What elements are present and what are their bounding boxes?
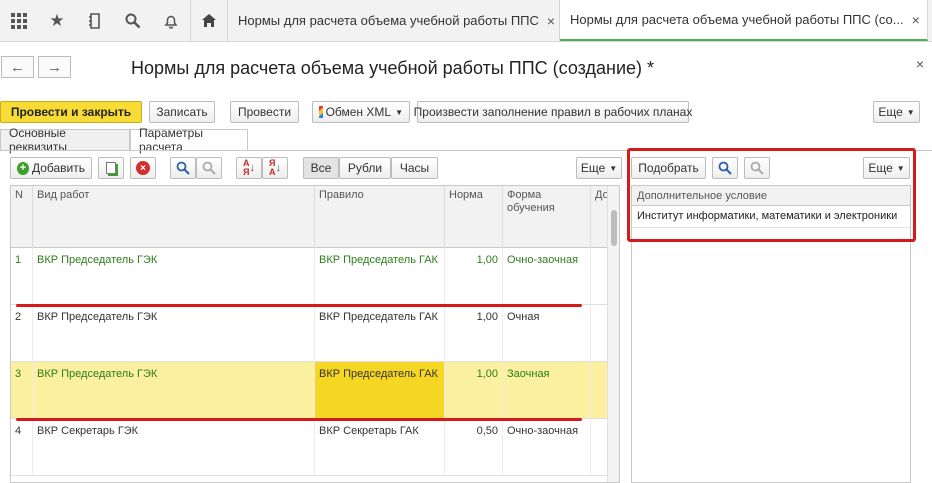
search-icon xyxy=(176,161,190,175)
norm-cell[interactable]: 1,00 xyxy=(445,305,503,361)
cancel-find-button[interactable] xyxy=(196,157,222,179)
annotation-underline xyxy=(16,418,582,421)
column-header-work[interactable]: Вид работ xyxy=(33,186,315,248)
search-cancel-icon xyxy=(202,161,216,175)
rule-cell[interactable]: ВКР Председатель ГАК xyxy=(315,248,445,304)
work-cell[interactable]: ВКР Председатель ГЭК xyxy=(33,362,315,418)
column-header-norm[interactable]: Норма xyxy=(445,186,503,248)
tab-norms-list[interactable]: Нормы для расчета объема учебной работы … xyxy=(228,0,560,41)
annotation-box xyxy=(627,148,916,242)
column-header-n[interactable]: N xyxy=(11,186,33,248)
rule-cell[interactable]: ВКР Секретарь ГАК xyxy=(315,419,445,475)
table-row[interactable]: 1 ВКР Председатель ГЭК ВКР Председатель … xyxy=(11,248,609,305)
apps-grid-icon[interactable] xyxy=(0,0,38,41)
filter-rubles-button[interactable]: Рубли xyxy=(339,157,391,179)
copy-icon xyxy=(106,162,116,174)
work-cell[interactable]: ВКР Секретарь ГЭК xyxy=(33,419,315,475)
search-icon[interactable] xyxy=(114,0,152,41)
fill-rules-button[interactable]: Произвести заполнение правил в рабочих п… xyxy=(414,101,692,123)
tab-norms-create[interactable]: Нормы для расчета объема учебной работы … xyxy=(560,0,928,41)
form-cell[interactable]: Очно-заочная xyxy=(503,248,591,304)
xml-icon xyxy=(319,106,323,118)
sort-desc-button[interactable]: Я A ↓ xyxy=(262,157,288,179)
form-cell[interactable]: Очная xyxy=(503,305,591,361)
rule-cell[interactable]: ВКР Председатель ГАК xyxy=(315,305,445,361)
row-number: 1 xyxy=(11,248,33,304)
delete-button[interactable]: × xyxy=(130,157,156,179)
work-cell[interactable]: ВКР Председатель ГЭК xyxy=(33,305,315,361)
column-header-form[interactable]: Форма обучения xyxy=(503,186,591,248)
xml-exchange-label: Обмен XML xyxy=(325,105,392,119)
find-button[interactable] xyxy=(170,157,196,179)
tab-label: Нормы для расчета объема учебной работы … xyxy=(570,12,904,27)
tab-calc-params[interactable]: Параметры расчета xyxy=(130,126,248,154)
tab-label: Нормы для расчета объема учебной работы … xyxy=(238,13,539,28)
delete-icon: × xyxy=(136,161,150,175)
more-button[interactable]: Еще ▼ xyxy=(873,101,920,123)
add-label: Добавить xyxy=(31,161,85,175)
star-icon[interactable]: ★ xyxy=(38,0,76,41)
rule-cell-active[interactable]: ВКР Председатель ГАК xyxy=(315,362,445,418)
row-number: 3 xyxy=(11,362,33,418)
plus-icon: + xyxy=(17,161,29,175)
scrollbar-thumb[interactable] xyxy=(611,210,617,246)
table-row[interactable]: 2 ВКР Председатель ГЭК ВКР Председатель … xyxy=(11,305,609,362)
norm-cell[interactable]: 1,00 xyxy=(445,248,503,304)
form-cell[interactable]: Очно-заочная xyxy=(503,419,591,475)
back-button[interactable]: ← xyxy=(1,56,34,78)
forward-button[interactable]: → xyxy=(38,56,71,78)
close-icon[interactable]: × xyxy=(916,56,924,72)
add-button[interactable]: + Добавить xyxy=(10,157,92,179)
system-top-bar: ★ Нормы для расчета объема учебной работ… xyxy=(0,0,932,42)
row-number: 2 xyxy=(11,305,33,361)
sort-asc-button[interactable]: A Я ↓ xyxy=(236,157,262,179)
post-and-close-button[interactable]: Провести и закрыть xyxy=(0,101,142,123)
close-icon[interactable]: × xyxy=(912,12,920,28)
vertical-scrollbar[interactable] xyxy=(607,186,619,482)
filter-all-button[interactable]: Все xyxy=(303,157,339,179)
norm-cell[interactable]: 0,50 xyxy=(445,419,503,475)
history-icon[interactable] xyxy=(76,0,114,41)
more-label: Еще xyxy=(580,161,606,175)
bell-icon[interactable] xyxy=(152,0,190,41)
table-row-selected[interactable]: 3 ВКР Председатель ГЭК ВКР Председатель … xyxy=(11,362,609,419)
xml-exchange-button[interactable]: Обмен XML ▼ xyxy=(312,101,410,123)
form-cell[interactable]: Заочная xyxy=(503,362,591,418)
row-number: 4 xyxy=(11,419,33,475)
page-title: Нормы для расчета объема учебной работы … xyxy=(131,58,655,78)
table-row[interactable]: 4 ВКР Секретарь ГЭК ВКР Секретарь ГАК 0,… xyxy=(11,419,609,476)
chevron-down-icon: ▼ xyxy=(609,163,618,173)
filter-hours-button[interactable]: Часы xyxy=(391,157,438,179)
grid-more-button[interactable]: Еще ▼ xyxy=(576,157,622,179)
chevron-down-icon: ▼ xyxy=(395,107,403,117)
post-button[interactable]: Провести xyxy=(230,101,299,123)
more-label: Еще xyxy=(878,105,903,119)
column-header-rule[interactable]: Правило xyxy=(315,186,445,248)
table-header: N Вид работ Правило Норма Форма обучения… xyxy=(11,186,619,248)
chevron-down-icon: ▼ xyxy=(906,107,915,117)
rules-table: N Вид работ Правило Норма Форма обучения… xyxy=(10,185,620,483)
annotation-underline xyxy=(16,304,582,307)
save-button[interactable]: Записать xyxy=(149,101,215,123)
home-icon[interactable] xyxy=(190,0,228,41)
norm-cell[interactable]: 1,00 xyxy=(445,362,503,418)
close-icon[interactable]: × xyxy=(547,13,555,29)
copy-button[interactable] xyxy=(98,157,124,179)
window-header: ← → Нормы для расчета объема учебной раб… xyxy=(0,52,932,88)
tab-main-attributes[interactable]: Основные реквизиты xyxy=(0,126,130,154)
work-cell[interactable]: ВКР Председатель ГЭК xyxy=(33,248,315,304)
